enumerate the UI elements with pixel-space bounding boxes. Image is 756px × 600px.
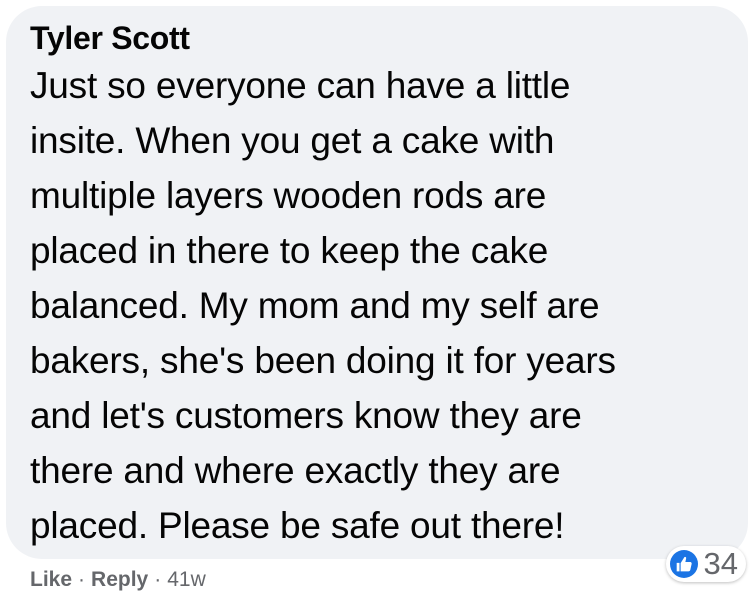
comment-bubble: Tyler Scott Just so everyone can have a …: [6, 6, 748, 559]
comment-container: Tyler Scott Just so everyone can have a …: [0, 0, 756, 600]
separator: ·: [78, 568, 86, 591]
like-button[interactable]: Like: [30, 566, 72, 594]
separator: ·: [154, 568, 162, 591]
comment-actions: Like · Reply · 41w: [30, 566, 206, 594]
comment-text: Just so everyone can have a little insit…: [30, 65, 616, 546]
reply-button[interactable]: Reply: [91, 566, 148, 594]
reaction-count: 34: [703, 546, 738, 581]
reactions-summary[interactable]: 34: [665, 546, 746, 582]
like-icon: [669, 550, 698, 578]
comment-author[interactable]: Tyler Scott: [30, 20, 722, 56]
comment-timestamp[interactable]: 41w: [167, 566, 206, 594]
